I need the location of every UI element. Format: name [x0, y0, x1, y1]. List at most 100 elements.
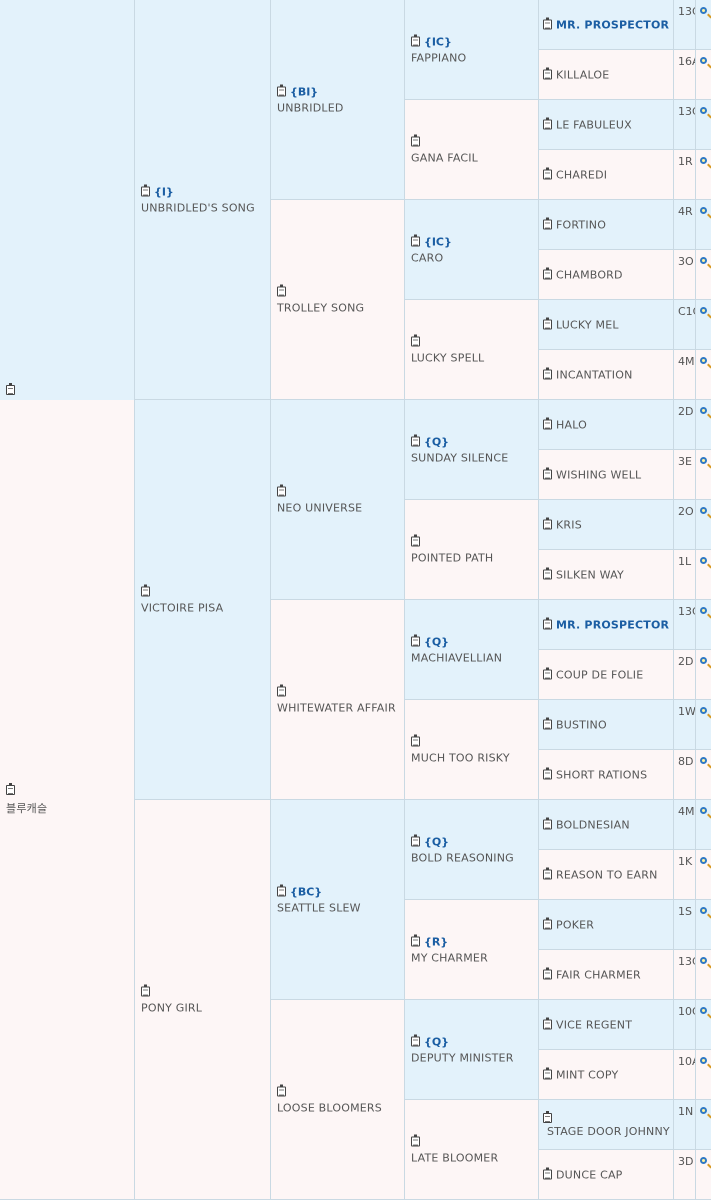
clipboard-icon[interactable]	[411, 234, 420, 246]
horse-name[interactable]: FAIR CHARMER	[556, 968, 641, 981]
horse-name[interactable]: STAGE DOOR JOHNNY	[547, 1125, 670, 1138]
search-icon[interactable]	[696, 800, 711, 850]
horse-name[interactable]: BUSTINO	[556, 718, 607, 731]
horse-name[interactable]: BOLDNESIAN	[556, 818, 630, 831]
horse-cell[interactable]: BOLDNESIAN	[539, 800, 674, 850]
search-icon[interactable]	[696, 400, 711, 450]
clipboard-icon[interactable]	[277, 1084, 286, 1096]
search-icon[interactable]	[696, 500, 711, 550]
clipboard-icon[interactable]	[411, 134, 420, 146]
clipboard-icon[interactable]	[543, 217, 552, 229]
horse-cell[interactable]: SHORT RATIONS	[539, 750, 674, 800]
horse-cell[interactable]: {BC} SEATTLE SLEW	[271, 800, 405, 1000]
horse-name[interactable]: POKER	[556, 918, 594, 931]
horse-name[interactable]: SEATTLE SLEW	[277, 901, 402, 914]
clipboard-icon[interactable]	[543, 467, 552, 479]
search-icon[interactable]	[696, 550, 711, 600]
horse-cell[interactable]: {Q} SUNDAY SILENCE	[405, 400, 539, 500]
clipboard-icon[interactable]	[543, 117, 552, 129]
clipboard-icon[interactable]	[543, 567, 552, 579]
horse-name[interactable]: KILLALOE	[556, 68, 609, 81]
clipboard-icon[interactable]	[411, 434, 420, 446]
horse-name[interactable]: FORTINO	[556, 218, 606, 231]
horse-cell[interactable]: {R} MY CHARMER	[405, 900, 539, 1000]
search-icon[interactable]	[696, 700, 711, 750]
horse-cell[interactable]: REASON TO EARN	[539, 850, 674, 900]
clipboard-icon[interactable]	[141, 184, 150, 196]
search-icon[interactable]	[696, 450, 711, 500]
horse-cell[interactable]: MR. PROSPECTOR	[539, 600, 674, 650]
horse-cell[interactable]: LUCKY MEL	[539, 300, 674, 350]
clipboard-icon[interactable]	[411, 34, 420, 46]
horse-name[interactable]: DEPUTY MINISTER	[411, 1051, 536, 1064]
horse-name[interactable]: NEO UNIVERSE	[277, 501, 402, 514]
horse-name[interactable]: DUNCE CAP	[556, 1168, 623, 1181]
clipboard-icon[interactable]	[543, 1017, 552, 1029]
clipboard-icon[interactable]	[543, 167, 552, 179]
horse-cell[interactable]: STAGE DOOR JOHNNY	[539, 1100, 674, 1150]
search-icon[interactable]	[696, 1000, 711, 1050]
horse-name[interactable]: HALO	[556, 418, 587, 431]
horse-cell[interactable]: LUCKY SPELL	[405, 300, 539, 400]
horse-cell[interactable]: MR. PROSPECTOR	[539, 0, 674, 50]
horse-name[interactable]: SUNDAY SILENCE	[411, 451, 536, 464]
search-icon[interactable]	[696, 300, 711, 350]
horse-name[interactable]: POINTED PATH	[411, 551, 536, 564]
horse-name[interactable]: CHAMBORD	[556, 268, 623, 281]
search-icon[interactable]	[696, 650, 711, 700]
search-icon[interactable]	[696, 200, 711, 250]
horse-name[interactable]: REASON TO EARN	[556, 868, 658, 881]
horse-cell[interactable]: BUSTINO	[539, 700, 674, 750]
horse-cell[interactable]: {Q} MACHIAVELLIAN	[405, 600, 539, 700]
clipboard-icon[interactable]	[543, 267, 552, 279]
clipboard-icon[interactable]	[543, 817, 552, 829]
horse-name[interactable]: UNBRIDLED	[277, 101, 402, 114]
clipboard-icon[interactable]	[543, 1110, 552, 1123]
clipboard-icon[interactable]	[411, 934, 420, 946]
horse-cell[interactable]: MUCH TOO RISKY	[405, 700, 539, 800]
horse-name[interactable]: GANA FACIL	[411, 151, 536, 164]
horse-cell[interactable]: KRIS	[539, 500, 674, 550]
clipboard-icon[interactable]	[543, 917, 552, 929]
horse-name[interactable]: VICTOIRE PISA	[141, 601, 268, 614]
horse-cell[interactable]: LE FABULEUX	[539, 100, 674, 150]
horse-cell[interactable]: NEO UNIVERSE	[271, 400, 405, 600]
clipboard-icon[interactable]	[543, 1067, 552, 1079]
horse-cell[interactable]: TROLLEY SONG	[271, 200, 405, 400]
horse-cell[interactable]: VICE REGENT	[539, 1000, 674, 1050]
horse-cell[interactable]: {IC} FAPPIANO	[405, 0, 539, 100]
horse-name[interactable]: LATE BLOOMER	[411, 1151, 536, 1164]
horse-cell[interactable]: {Q} BOLD REASONING	[405, 800, 539, 900]
clipboard-icon[interactable]	[411, 534, 420, 546]
horse-name[interactable]: LE FABULEUX	[556, 118, 632, 131]
horse-cell[interactable]: {BI} UNBRIDLED	[271, 0, 405, 200]
search-icon[interactable]	[696, 900, 711, 950]
clipboard-icon[interactable]	[543, 667, 552, 679]
horse-name[interactable]: SHORT RATIONS	[556, 768, 647, 781]
clipboard-icon[interactable]	[543, 67, 552, 79]
horse-name[interactable]: MUCH TOO RISKY	[411, 751, 536, 764]
horse-cell[interactable]: SILKEN WAY	[539, 550, 674, 600]
clipboard-icon[interactable]	[543, 317, 552, 329]
search-icon[interactable]	[696, 950, 711, 1000]
horse-cell[interactable]: {IC} CARO	[405, 200, 539, 300]
horse-name[interactable]: VICE REGENT	[556, 1018, 632, 1031]
horse-name[interactable]: WISHING WELL	[556, 468, 641, 481]
clipboard-icon[interactable]	[543, 717, 552, 729]
horse-cell[interactable]: FORTINO	[539, 200, 674, 250]
clipboard-icon[interactable]	[543, 17, 552, 29]
horse-cell[interactable]: WISHING WELL	[539, 450, 674, 500]
horse-cell[interactable]: PONY GIRL	[135, 800, 271, 1200]
horse-name[interactable]: COUP DE FOLIE	[556, 668, 643, 681]
horse-name[interactable]: INCANTATION	[556, 368, 633, 381]
horse-name[interactable]: FAPPIANO	[411, 51, 536, 64]
horse-cell[interactable]: KILLALOE	[539, 50, 674, 100]
horse-cell[interactable]: MINT COPY	[539, 1050, 674, 1100]
clipboard-icon[interactable]	[411, 1134, 420, 1146]
clipboard-icon[interactable]	[543, 617, 552, 629]
horse-name[interactable]: KRIS	[556, 518, 582, 531]
horse-cell[interactable]: POKER	[539, 900, 674, 950]
horse-name[interactable]: MR. PROSPECTOR	[556, 618, 669, 631]
search-icon[interactable]	[696, 1100, 711, 1150]
clipboard-icon[interactable]	[543, 767, 552, 779]
